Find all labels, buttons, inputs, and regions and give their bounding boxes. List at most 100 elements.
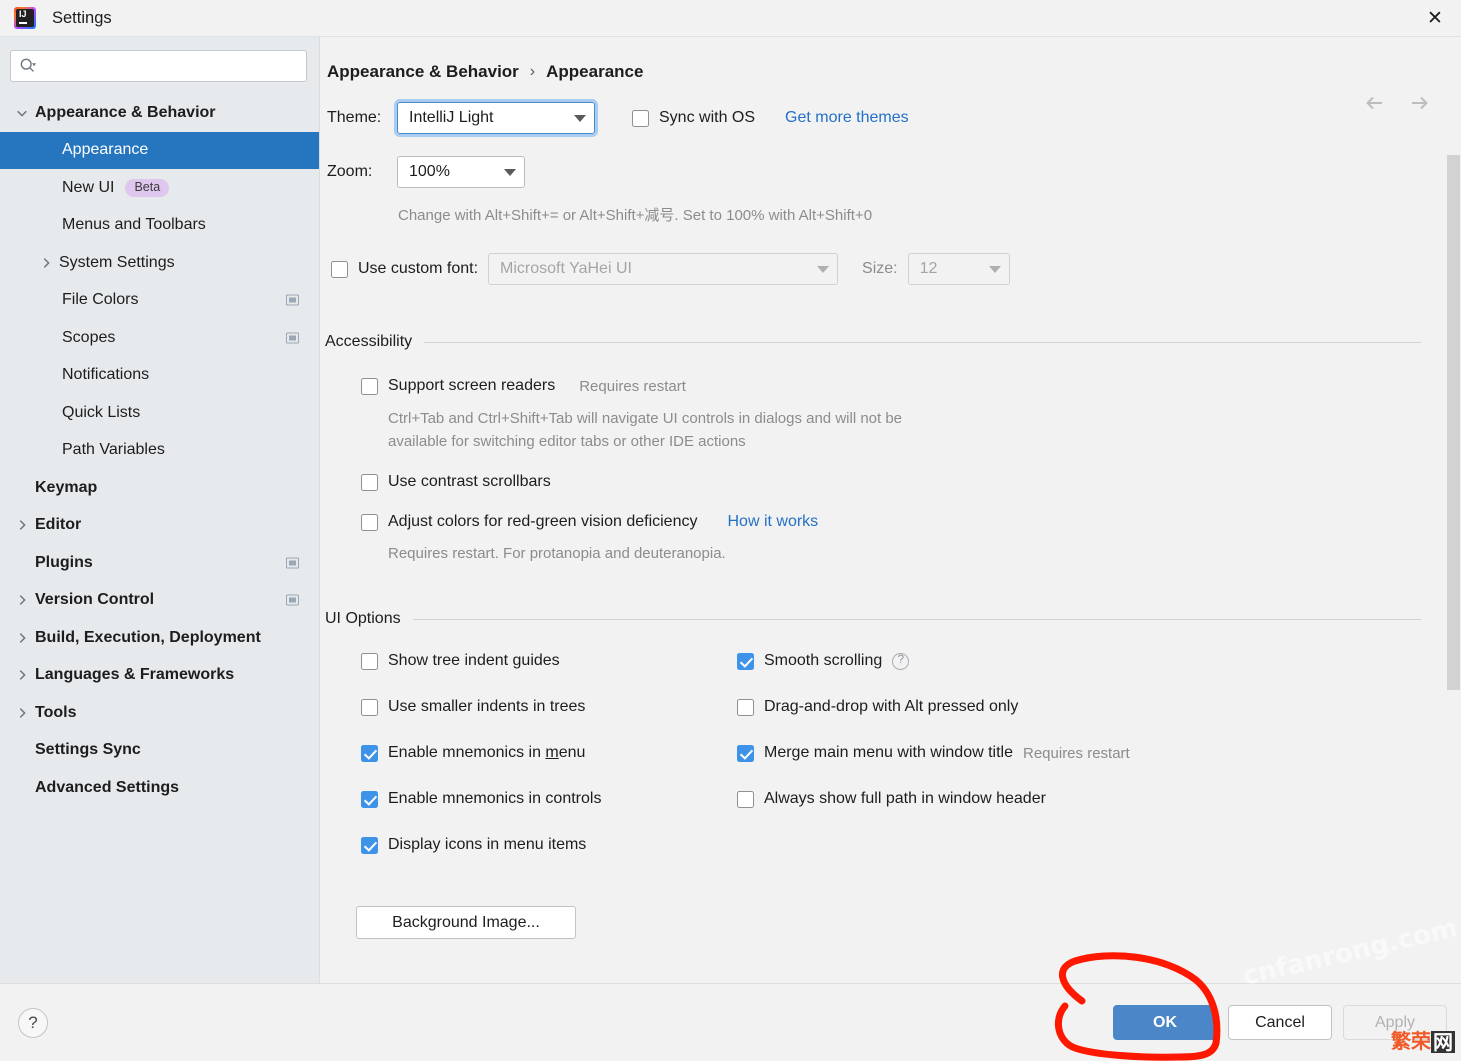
chevron-right-icon[interactable] xyxy=(38,255,54,271)
support-screen-readers-checkbox[interactable] xyxy=(361,377,378,395)
background-image-button[interactable]: Background Image... xyxy=(356,906,576,939)
sidebar-item-keymap[interactable]: Keymap xyxy=(0,469,319,507)
smooth-scrolling-row[interactable]: Smooth scrolling? xyxy=(737,652,1461,670)
sidebar-item-tools[interactable]: Tools xyxy=(0,694,319,732)
use-custom-font-checkbox[interactable] xyxy=(331,260,348,278)
get-more-themes-link[interactable]: Get more themes xyxy=(785,109,909,127)
watermark-logo-secondary: 网 xyxy=(1431,1030,1455,1054)
custom-font-select[interactable]: Microsoft YaHei UI xyxy=(488,253,839,285)
support-screen-readers-row[interactable]: Support screen readers Requires restart xyxy=(320,377,1461,395)
chevron-right-icon[interactable] xyxy=(14,667,30,683)
tree-arrow-placeholder xyxy=(14,480,30,496)
smooth-scrolling-checkbox[interactable] xyxy=(737,652,754,670)
enable-mnemonics-in-menu-row[interactable]: Enable mnemonics in menu xyxy=(361,744,737,762)
sidebar-item-languages-frameworks[interactable]: Languages & Frameworks xyxy=(0,657,319,695)
sidebar-item-appearance[interactable]: Appearance xyxy=(0,131,319,169)
sidebar-item-quick-lists[interactable]: Quick Lists xyxy=(0,394,319,432)
merge-main-menu-with-window-title-row[interactable]: Merge main menu with window title Require… xyxy=(737,744,1461,762)
sidebar-item-label: Plugins xyxy=(35,553,93,571)
sidebar-item-appearance-behavior[interactable]: Appearance & Behavior xyxy=(0,94,319,132)
arrow-left-icon[interactable] xyxy=(1365,93,1385,113)
sidebar-item-plugins[interactable]: Plugins xyxy=(0,544,319,582)
always-show-full-path-in-window-header-row[interactable]: Always show full path in window header xyxy=(737,790,1461,808)
sidebar-item-label: Keymap xyxy=(35,478,98,496)
sidebar-item-menus-and-toolbars[interactable]: Menus and Toolbars xyxy=(0,207,319,245)
show-tree-indent-guides-checkbox[interactable] xyxy=(361,652,378,670)
sidebar-item-build-execution-deployment[interactable]: Build, Execution, Deployment xyxy=(0,619,319,657)
custom-font-row: Use custom font: Microsoft YaHei UI Size… xyxy=(320,253,1461,285)
display-icons-in-menu-items-checkbox[interactable] xyxy=(361,836,378,854)
sidebar-item-scopes[interactable]: Scopes xyxy=(0,319,319,357)
sync-with-os-row[interactable]: Sync with OS xyxy=(632,109,755,127)
adjust-colors-red-green-label: Adjust colors for red-green vision defic… xyxy=(388,513,698,530)
zoom-row: Zoom: 100% xyxy=(320,156,1461,188)
accessibility-section-header: Accessibility xyxy=(320,333,1461,351)
breadcrumb-parent[interactable]: Appearance & Behavior xyxy=(327,62,519,82)
merge-main-menu-with-window-title-checkbox[interactable] xyxy=(737,744,754,762)
tree-arrow-placeholder xyxy=(14,555,30,571)
display-icons-in-menu-items-label: Display icons in menu items xyxy=(388,836,587,853)
font-size-select[interactable]: 12 xyxy=(907,253,1010,285)
enable-mnemonics-in-menu-checkbox[interactable] xyxy=(361,744,378,762)
sidebar-item-advanced-settings[interactable]: Advanced Settings xyxy=(0,769,319,807)
content-scrollbar-thumb[interactable] xyxy=(1447,155,1460,690)
enable-mnemonics-in-controls-checkbox[interactable] xyxy=(361,790,378,808)
chevron-right-icon[interactable] xyxy=(14,517,30,533)
project-level-setting-icon xyxy=(286,332,299,344)
sidebar-item-editor[interactable]: Editor xyxy=(0,507,319,545)
sidebar-item-path-variables[interactable]: Path Variables xyxy=(0,432,319,470)
drag-and-drop-with-alt-pressed-only-checkbox[interactable] xyxy=(737,698,754,716)
how-it-works-link[interactable]: How it works xyxy=(727,513,818,531)
tree-arrow-placeholder xyxy=(14,780,30,796)
sidebar-item-label: Languages & Frameworks xyxy=(35,666,235,684)
screen-readers-desc-line2: available for switching editor tabs or o… xyxy=(388,433,746,450)
breadcrumb: Appearance & Behavior › Appearance xyxy=(320,37,1461,82)
show-tree-indent-guides-row[interactable]: Show tree indent guides xyxy=(361,652,737,670)
use-smaller-indents-in-trees-checkbox[interactable] xyxy=(361,698,378,716)
sidebar-item-label: Editor xyxy=(35,516,82,534)
content-scrollbar-track[interactable] xyxy=(1446,37,1461,1061)
use-smaller-indents-in-trees-row[interactable]: Use smaller indents in trees xyxy=(361,698,737,716)
show-tree-indent-guides-label: Show tree indent guides xyxy=(388,652,560,669)
project-level-setting-icon xyxy=(286,594,299,606)
sidebar-item-label: Quick Lists xyxy=(62,403,141,421)
breadcrumb-separator-icon: › xyxy=(529,63,536,80)
chevron-right-icon[interactable] xyxy=(14,630,30,646)
sidebar-item-notifications[interactable]: Notifications xyxy=(0,357,319,395)
search-input[interactable] xyxy=(41,57,298,75)
use-contrast-scrollbars-checkbox[interactable] xyxy=(361,473,378,491)
red-green-row[interactable]: Adjust colors for red-green vision defic… xyxy=(320,513,1461,531)
sync-with-os-label: Sync with OS xyxy=(659,109,756,126)
help-icon[interactable]: ? xyxy=(892,652,910,670)
always-show-full-path-in-window-header-checkbox[interactable] xyxy=(737,790,754,808)
cancel-button[interactable]: Cancel xyxy=(1228,1005,1332,1040)
theme-select[interactable]: IntelliJ Light xyxy=(394,99,598,137)
zoom-select[interactable]: 100% xyxy=(397,156,525,188)
search-box[interactable] xyxy=(10,50,307,82)
sidebar-item-settings-sync[interactable]: Settings Sync xyxy=(0,732,319,770)
theme-row: Theme: IntelliJ Light Sync with OS Get m… xyxy=(320,99,1461,137)
ui-options-right-column: Smooth scrolling? Drag-and-drop with Alt … xyxy=(737,652,1461,882)
question-mark-icon[interactable]: ? xyxy=(18,1007,48,1038)
smooth-scrolling-label: Smooth scrolling xyxy=(764,652,883,669)
sync-with-os-checkbox[interactable] xyxy=(632,109,649,127)
chevron-right-icon[interactable] xyxy=(14,592,30,608)
settings-tree: Appearance & Behavior Appearance New UI Bet… xyxy=(0,90,319,1061)
display-icons-in-menu-items-row[interactable]: Display icons in menu items xyxy=(361,836,737,854)
sidebar-item-system-settings[interactable]: System Settings xyxy=(0,244,319,282)
enable-mnemonics-in-controls-row[interactable]: Enable mnemonics in controls xyxy=(361,790,737,808)
contrast-scrollbars-row[interactable]: Use contrast scrollbars xyxy=(320,473,1461,491)
font-size-value: 12 xyxy=(919,260,938,277)
drag-and-drop-with-alt-pressed-only-row[interactable]: Drag-and-drop with Alt pressed only xyxy=(737,698,1461,716)
sidebar-item-file-colors[interactable]: File Colors xyxy=(0,282,319,320)
close-icon[interactable]: ✕ xyxy=(1409,0,1461,37)
enable-mnemonics-in-controls-label: Enable mnemonics in controls xyxy=(388,790,602,807)
sidebar-item-new-ui[interactable]: New UI Beta xyxy=(0,169,319,207)
chevron-down-icon[interactable] xyxy=(14,105,30,121)
arrow-right-icon[interactable] xyxy=(1409,93,1429,113)
chevron-right-icon[interactable] xyxy=(14,705,30,721)
adjust-colors-red-green-checkbox[interactable] xyxy=(361,513,378,531)
sidebar-item-version-control[interactable]: Version Control xyxy=(0,582,319,620)
background-image-row: Background Image... xyxy=(320,906,1461,939)
ok-button[interactable]: OK xyxy=(1113,1005,1217,1040)
